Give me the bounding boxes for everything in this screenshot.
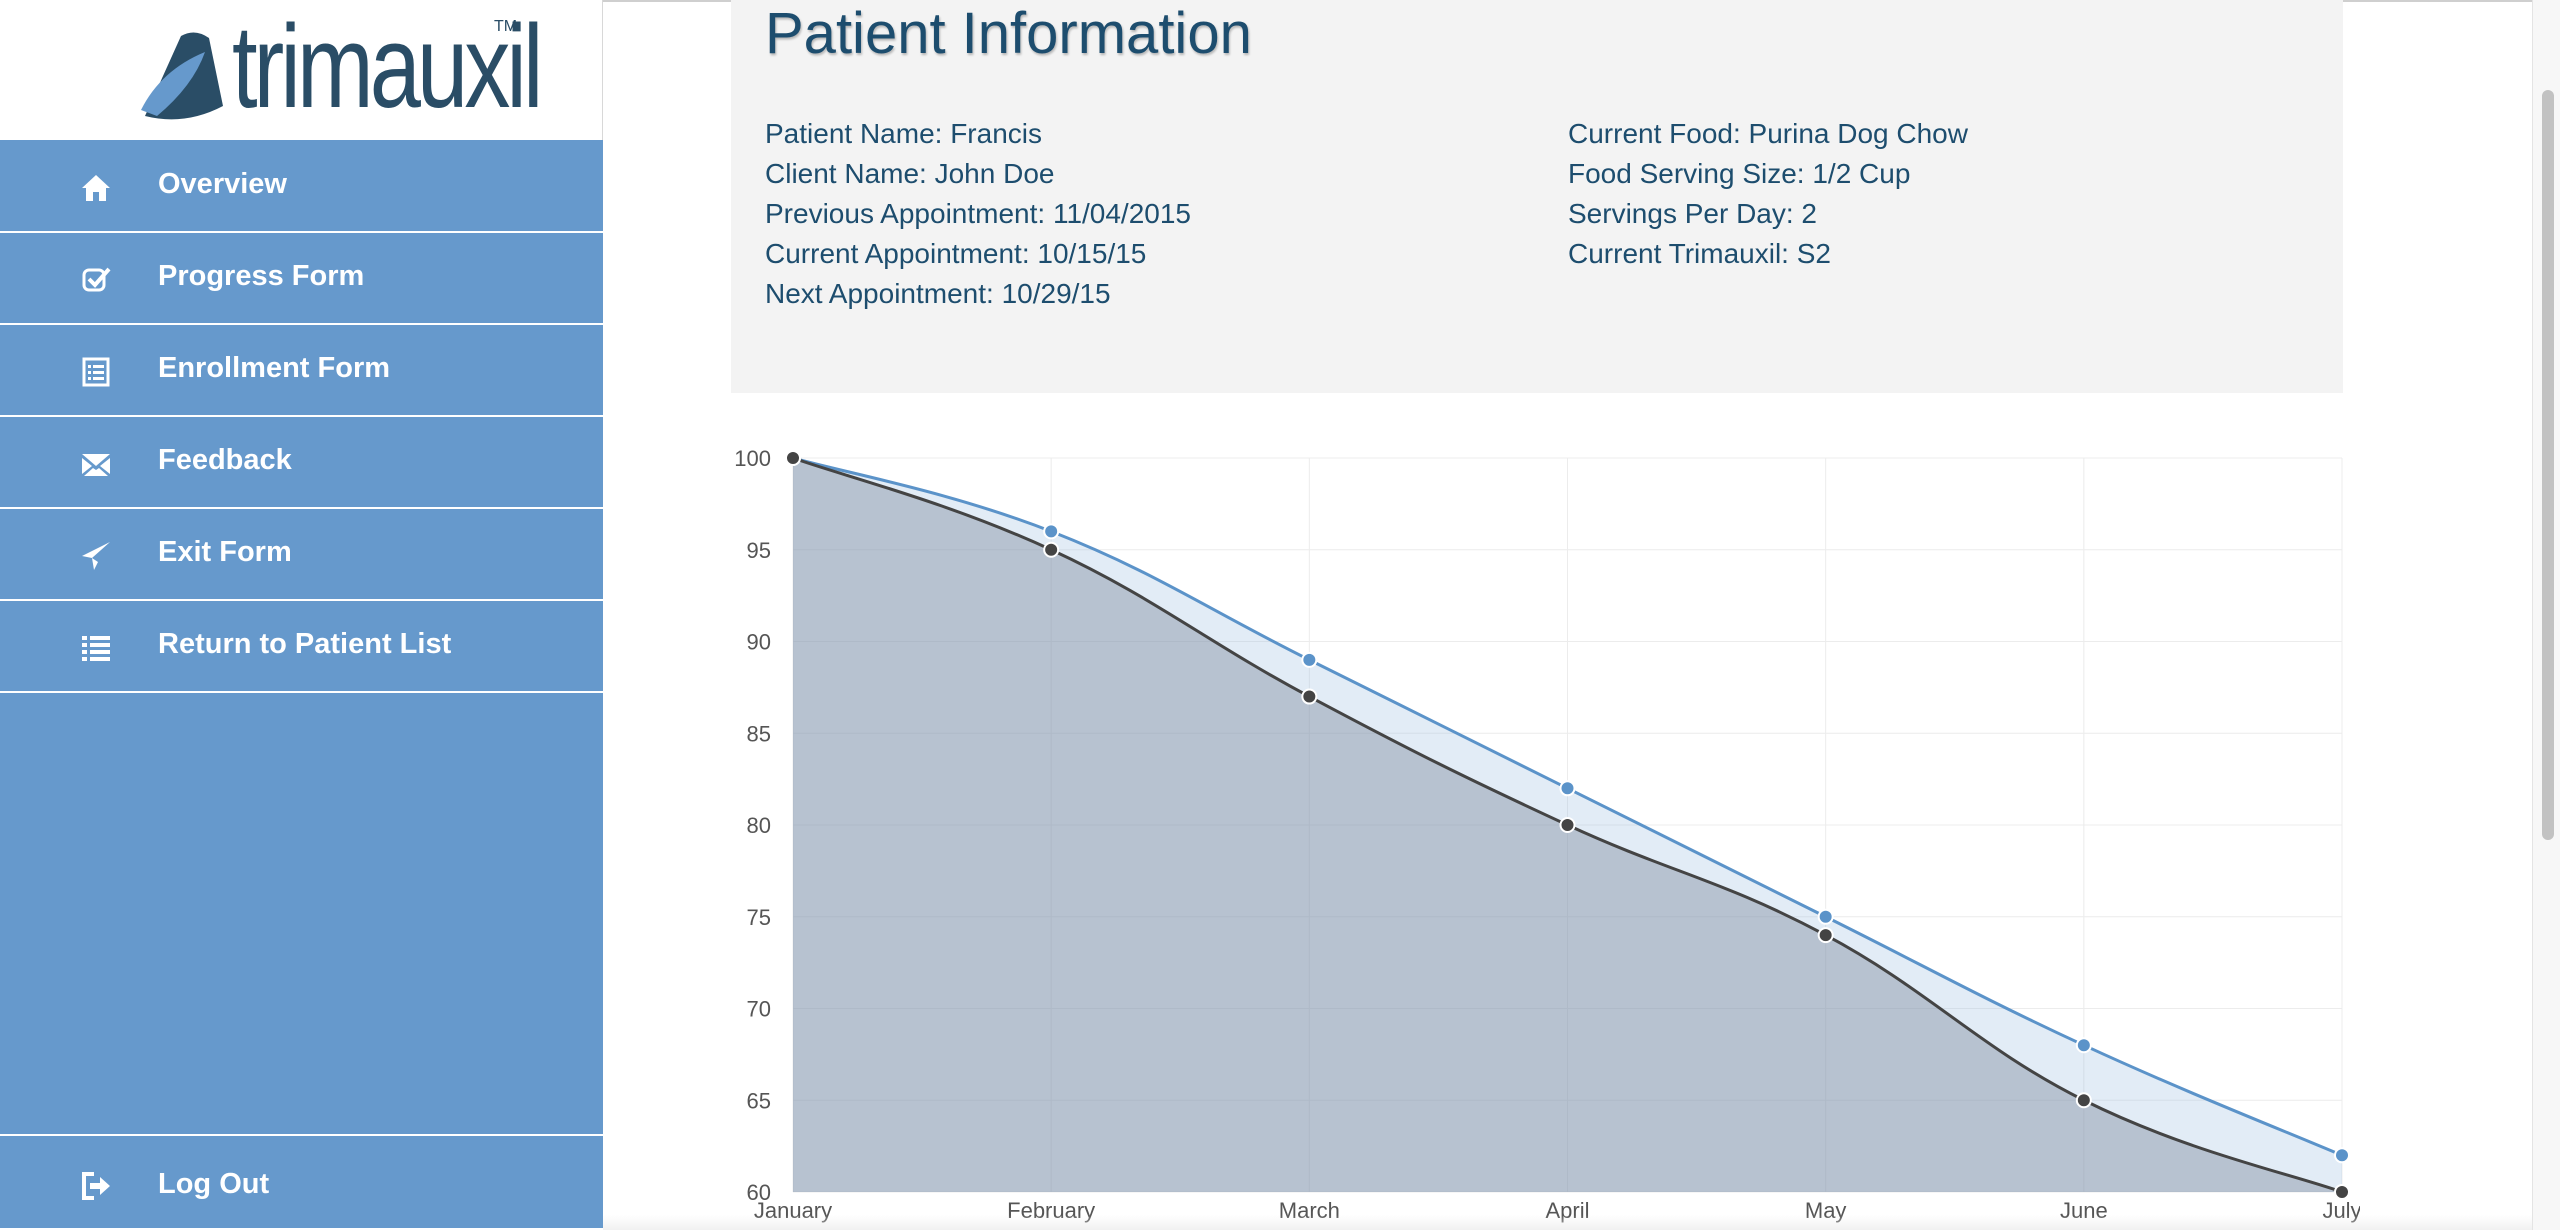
- data-point: [2334, 1147, 2350, 1164]
- list-icon: [82, 636, 110, 661]
- nav-item-label: Exit Form: [158, 536, 292, 568]
- envelope-icon: [82, 454, 110, 476]
- previous-appointment: Previous Appointment: 11/04/2015: [765, 198, 1192, 229]
- y-tick-label: 95: [747, 538, 771, 563]
- data-point: [1559, 780, 1576, 797]
- page-title: Patient Information: [765, 1, 1252, 66]
- y-tick-label: 85: [747, 721, 771, 746]
- y-tick-label: 90: [747, 630, 771, 655]
- logout-label: Log Out: [158, 1168, 270, 1200]
- data-point: [1301, 688, 1318, 705]
- logo[interactable]: trimauxil TM: [0, 0, 603, 140]
- patient-name: Patient Name: Francis: [765, 118, 1042, 149]
- trademark-mark: TM: [494, 18, 518, 35]
- data-point: [1559, 817, 1576, 833]
- nav-item-label: Progress Form: [158, 260, 365, 292]
- nav-item-enrollment-form[interactable]: Enrollment Form: [0, 326, 603, 417]
- bottom-fade: [603, 1215, 2532, 1230]
- food-serving-size: Food Serving Size: 1/2 Cup: [1568, 158, 1911, 189]
- data-point: [1817, 927, 1834, 944]
- log-out-icon: [82, 1172, 110, 1200]
- data-point: [1301, 651, 1318, 668]
- nav-item-progress-form[interactable]: Progress Form: [0, 234, 603, 325]
- nav-item-overview[interactable]: Overview: [0, 142, 603, 233]
- nav-item-exit-form[interactable]: Exit Form: [0, 510, 603, 601]
- current-food: Current Food: Purina Dog Chow: [1568, 118, 1968, 149]
- y-tick-label: 70: [747, 997, 771, 1022]
- y-tick-label: 65: [747, 1088, 771, 1113]
- nav-item-label: Return to Patient List: [158, 628, 452, 660]
- y-tick-label: 80: [747, 813, 771, 838]
- patient-details-left: Patient Name: Francis Client Name: John …: [765, 114, 1191, 314]
- send-icon: [82, 542, 110, 570]
- nav-item-label: Overview: [158, 168, 287, 200]
- data-point: [1043, 541, 1060, 558]
- data-point: [785, 450, 801, 466]
- current-trimauxil: Current Trimauxil: S2: [1568, 238, 1831, 269]
- vertical-scrollbar[interactable]: [2532, 0, 2560, 1230]
- y-tick-label: 100: [734, 446, 771, 471]
- sidebar: trimauxil TM Overview Progress Form Enro…: [0, 0, 603, 1230]
- home-icon: [82, 175, 110, 201]
- current-appointment: Current Appointment: 10/15/15: [765, 238, 1147, 269]
- servings-per-day: Servings Per Day: 2: [1568, 198, 1817, 229]
- nav-item-return-to-patient-list[interactable]: Return to Patient List: [0, 602, 603, 693]
- list-alt-icon: [82, 357, 110, 387]
- scroll-thumb[interactable]: [2542, 90, 2554, 840]
- next-appointment: Next Appointment: 10/29/15: [765, 278, 1111, 309]
- check-square-icon: [82, 267, 111, 292]
- nav-item-label: Enrollment Form: [158, 352, 391, 384]
- data-point: [2075, 1092, 2092, 1109]
- nav-item-label: Feedback: [158, 444, 292, 476]
- logo-icon: [141, 32, 223, 120]
- data-point: [1043, 523, 1060, 540]
- logout-button[interactable]: Log Out: [0, 1134, 603, 1230]
- patient-info-panel: Patient Information Patient Name: Franci…: [731, 0, 2343, 393]
- data-point: [2075, 1037, 2092, 1054]
- client-name: Client Name: John Doe: [765, 158, 1055, 189]
- patient-details-right: Current Food: Purina Dog Chow Food Servi…: [1568, 114, 1968, 274]
- nav-item-feedback[interactable]: Feedback: [0, 418, 603, 509]
- data-point: [1817, 908, 1834, 925]
- weight-progress-chart: 1009590858075706560January February March A…: [734, 446, 2360, 1223]
- data-point: [2334, 1184, 2350, 1200]
- y-tick-label: 75: [747, 905, 771, 930]
